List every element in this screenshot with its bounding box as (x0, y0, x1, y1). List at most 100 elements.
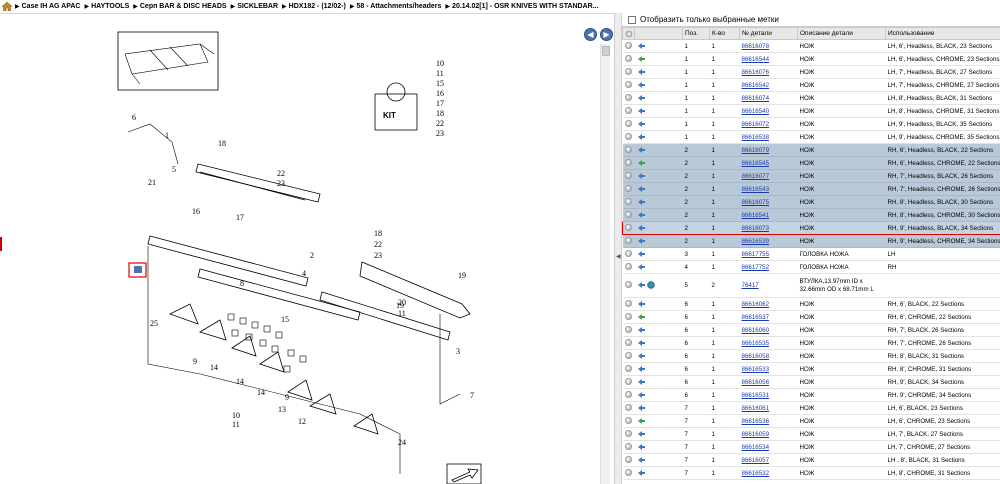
table-row[interactable]: 6 1 86616062 НОЖ RH, 6', BLACK, 22 Sections (622, 297, 1000, 311)
part-number-link[interactable]: 86616532 (742, 470, 770, 477)
home-icon[interactable] (2, 2, 12, 11)
row-action-cell[interactable] (634, 208, 683, 222)
table-row[interactable]: 6 1 86616535 НОЖ RH, 7', CHROME, 26 Sections (622, 336, 1000, 350)
cell-partno[interactable]: 86616538 (739, 130, 798, 144)
splitter-arrow-icon[interactable]: ◀ (616, 253, 621, 260)
select-radio-icon[interactable] (624, 281, 632, 289)
select-radio-icon[interactable] (624, 378, 632, 386)
row-action-cell[interactable] (634, 195, 683, 209)
row-action-cell[interactable] (634, 156, 683, 170)
select-radio-icon[interactable] (624, 81, 632, 89)
cart-arrow-icon[interactable] (637, 81, 646, 89)
table-row[interactable]: 7 1 86616534 НОЖ LH, 7', CHROME, 27 Sections (622, 440, 1000, 454)
row-select-cell[interactable] (622, 401, 635, 415)
breadcrumb-item[interactable]: ▶ HDX182 - (12/02-) (282, 3, 346, 10)
callout-number[interactable]: 18 (374, 229, 382, 238)
callout-number[interactable]: 7 (470, 391, 474, 400)
table-row[interactable]: 1 1 86616538 НОЖ LH, 9', Headless, CHROME, 3… (622, 130, 1000, 144)
row-action-cell[interactable] (634, 453, 683, 467)
part-number-link[interactable]: 86616533 (742, 366, 770, 373)
callout-number[interactable]: 22 (277, 169, 285, 178)
gear-icon[interactable] (625, 30, 633, 38)
row-action-cell[interactable] (634, 297, 683, 311)
callout-number[interactable]: 3 (456, 347, 460, 356)
cell-partno[interactable]: 86616078 (739, 39, 798, 53)
select-radio-icon[interactable] (624, 133, 632, 141)
part-number-link[interactable]: 86616534 (742, 444, 770, 451)
row-select-cell[interactable] (622, 362, 635, 376)
part-number-link[interactable]: 86617752 (742, 264, 770, 271)
row-select-cell[interactable] (622, 91, 635, 105)
row-action-cell[interactable] (634, 466, 683, 480)
diagram-scrollbar[interactable] (600, 44, 610, 484)
cart-arrow-icon[interactable] (637, 404, 646, 412)
select-radio-icon[interactable] (624, 120, 632, 128)
cart-arrow-icon[interactable] (637, 211, 646, 219)
row-select-cell[interactable] (622, 349, 635, 363)
cell-partno[interactable]: 86616076 (739, 65, 798, 79)
breadcrumb-item[interactable]: ▶ 58 - Attachments/headers (350, 3, 442, 10)
callout-number[interactable]: 20 (398, 298, 406, 307)
cell-partno[interactable]: 86616531 (739, 388, 798, 402)
row-action-cell[interactable] (634, 310, 683, 324)
breadcrumb-item[interactable]: ▶ SICKLEBAR (231, 3, 278, 10)
cell-partno[interactable]: 86616536 (739, 414, 798, 428)
callout-number[interactable]: 12 (298, 417, 306, 426)
callout-number[interactable]: 22 (374, 240, 382, 249)
cell-partno[interactable]: 86616058 (739, 349, 798, 363)
cart-arrow-icon[interactable] (637, 237, 646, 245)
cell-partno[interactable]: 86616056 (739, 375, 798, 389)
table-row[interactable]: 3 1 86617755 ГОЛОВКА НОЖА LH (622, 247, 1000, 261)
select-radio-icon[interactable] (624, 300, 632, 308)
row-action-cell[interactable] (634, 362, 683, 376)
part-number-link[interactable]: 86616541 (742, 212, 770, 219)
cart-arrow-icon[interactable] (637, 443, 646, 451)
table-row[interactable]: 1 1 86616544 НОЖ LH, 6', Headless, CHROME, 2… (622, 52, 1000, 66)
table-row[interactable]: 2 1 86616073 НОЖ RH, 9', Headless, BLACK, 34… (622, 221, 1000, 235)
row-action-cell[interactable] (634, 323, 683, 337)
table-row[interactable]: 1 1 86616074 НОЖ LH, 8', Headless, BLACK, 31… (622, 91, 1000, 105)
row-select-cell[interactable] (622, 156, 635, 170)
show-selected-only-checkbox[interactable] (628, 15, 636, 24)
callout-number[interactable]: 2 (310, 251, 314, 260)
cell-partno[interactable]: 86616545 (739, 156, 798, 170)
table-row[interactable]: 6 1 86616060 НОЖ RH, 7', BLACK, 26 Sections (622, 323, 1000, 337)
callout-number[interactable]: 16 (192, 207, 200, 216)
kit-reference-number[interactable]: 10 (436, 59, 444, 68)
cell-partno[interactable]: 86616074 (739, 91, 798, 105)
callout-number[interactable]: 14 (210, 363, 218, 372)
cart-arrow-icon[interactable] (637, 430, 646, 438)
table-row[interactable]: 7 1 86616532 НОЖ LH, 8', CHROME, 31 Sections (622, 466, 1000, 480)
select-radio-icon[interactable] (624, 172, 632, 180)
row-select-cell[interactable] (622, 336, 635, 350)
cart-arrow-icon[interactable] (637, 42, 646, 50)
cart-arrow-icon[interactable] (637, 339, 646, 347)
cell-partno[interactable]: 86616537 (739, 310, 798, 324)
table-row[interactable]: 6 1 86616531 НОЖ RH, 9', CHROME, 34 Sections (622, 388, 1000, 402)
table-row[interactable]: 7 1 86616059 НОЖ LH, 7', BLACK, 27 Sections (622, 427, 1000, 441)
row-action-cell[interactable] (634, 427, 683, 441)
table-row[interactable]: 7 1 86616536 НОЖ LH, 6', CHROME, 23 Sections (622, 414, 1000, 428)
part-number-link[interactable]: 86616536 (742, 418, 770, 425)
callout-number[interactable]: 13 (278, 405, 286, 414)
select-radio-icon[interactable] (624, 263, 632, 271)
row-select-cell[interactable] (622, 104, 635, 118)
cell-partno[interactable]: 86616072 (739, 117, 798, 131)
cell-partno[interactable]: 86616539 (739, 234, 798, 248)
row-action-cell[interactable] (634, 130, 683, 144)
row-action-cell[interactable] (634, 247, 683, 261)
cell-partno[interactable]: 86616061 (739, 401, 798, 415)
table-row[interactable]: 2 1 86616543 НОЖ RH, 7', Headless, CHROME, 2… (622, 182, 1000, 196)
row-action-cell[interactable] (634, 91, 683, 105)
cart-arrow-icon[interactable] (637, 281, 646, 289)
select-radio-icon[interactable] (624, 430, 632, 438)
cell-partno[interactable]: 86616057 (739, 453, 798, 467)
cart-arrow-icon[interactable] (637, 120, 646, 128)
table-row[interactable]: 2 1 86616539 НОЖ RH, 9', Headless, CHROME, 3… (622, 234, 1000, 248)
cart-arrow-icon[interactable] (637, 300, 646, 308)
part-number-link[interactable]: 86616057 (742, 457, 770, 464)
cell-partno[interactable]: 86616544 (739, 52, 798, 66)
cell-partno[interactable]: 86616540 (739, 104, 798, 118)
kit-reference-number[interactable]: 11 (436, 69, 444, 78)
row-select-cell[interactable] (622, 247, 635, 261)
